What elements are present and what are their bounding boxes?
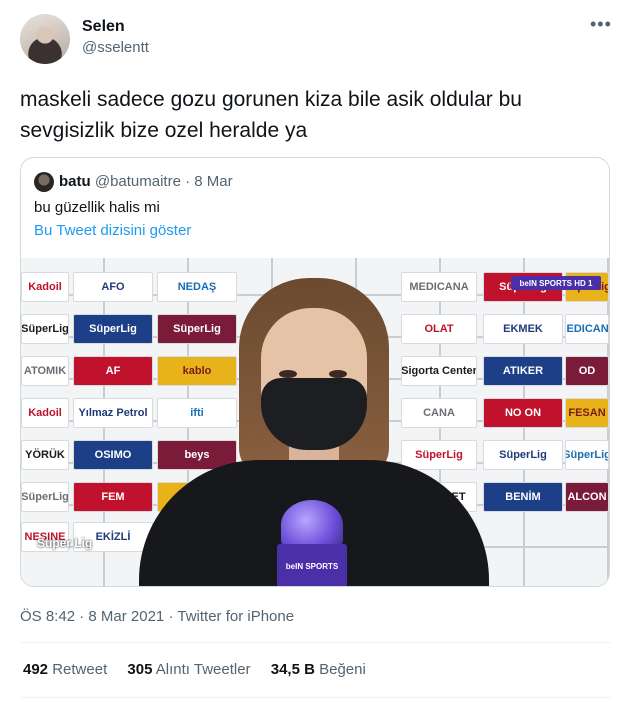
quoted-date: 8 Mar xyxy=(194,173,233,190)
quoted-author-name: batu xyxy=(59,173,91,190)
microphone-flag: beIN SPORTS xyxy=(277,544,347,586)
sponsor-logo: SüperLig xyxy=(21,314,69,344)
author-avatar[interactable] xyxy=(20,14,70,64)
tweet-text: maskeli sadece gozu gorunen kiza bile as… xyxy=(20,84,610,146)
quoted-media-image[interactable]: Kadoil AFO NEDAŞ MEDICANA SüperLig SüperLig Sü… xyxy=(21,258,609,586)
like-label: Beğeni xyxy=(319,661,366,678)
like-count: 34,5 B xyxy=(270,661,315,678)
quote-count: 305 xyxy=(127,661,153,678)
more-horizontal-icon[interactable]: ••• xyxy=(590,14,612,35)
quoted-text: bu güzellik halis mi xyxy=(34,199,160,216)
show-thread-link[interactable]: Bu Tweet dizisini göster xyxy=(34,222,191,239)
tweet-source[interactable]: Twitter for iPhone xyxy=(177,608,294,625)
sponsor-logo: BENİM xyxy=(483,482,563,512)
author-name[interactable]: Selen xyxy=(82,18,125,36)
sponsor-logo: SüperLig xyxy=(483,440,563,470)
sponsor-logo: SüperLig xyxy=(565,440,609,470)
quote-label: Alıntı Tweetler xyxy=(155,661,251,678)
quoted-author-handle: @batumaitre xyxy=(94,173,181,190)
sponsor-logo: SüperLig xyxy=(21,482,69,512)
divider-top xyxy=(20,642,611,643)
retweet-count: 492 xyxy=(23,661,49,678)
tweet-date: 8 Mar 2021 xyxy=(88,608,165,625)
meta-separator-2: · xyxy=(168,608,174,625)
divider-bottom xyxy=(20,697,611,698)
microphone-head xyxy=(281,500,343,550)
reporter-figure: beIN SPORTS xyxy=(139,278,489,586)
quoted-tweet-header: batu @batumaitre · 8 Mar xyxy=(59,173,233,190)
sponsor-logo: EKMEK xyxy=(483,314,563,344)
meta-separator-1: · xyxy=(79,608,85,625)
sponsor-logo: MEDICANA xyxy=(565,314,609,344)
retweet-label: Retweet xyxy=(52,661,108,678)
engagement-stats: 492 Retweet 305 Alıntı Tweetler 34,5 B B… xyxy=(23,661,382,678)
league-watermark: Süper Lig xyxy=(37,536,93,550)
tweet-text-line-1: maskeli sadece gozu gorunen kiza bile as… xyxy=(20,88,522,111)
tweet-timestamp[interactable]: ÖS 8:42 · 8 Mar 2021 · Twitter for iPhon… xyxy=(20,608,294,625)
sponsor-logo: FESAN xyxy=(565,398,609,428)
quoted-separator: · xyxy=(185,173,191,190)
quote-stat[interactable]: 305 Alıntı Tweetler xyxy=(127,661,250,678)
left-eye xyxy=(279,370,297,378)
sponsor-logo: ATOMIK xyxy=(21,356,69,386)
tweet-time: ÖS 8:42 xyxy=(20,608,76,625)
sponsor-logo: Kadoil xyxy=(21,272,69,302)
right-eye xyxy=(329,370,347,378)
author-handle[interactable]: @sselentt xyxy=(82,39,149,56)
quoted-author-avatar xyxy=(34,172,54,192)
broadcast-badge: beIN SPORTS HD 1 xyxy=(511,276,601,290)
sponsor-logo: OD xyxy=(565,356,609,386)
tweet-text-line-2: sevgisizlik bize ozel heralde ya xyxy=(20,119,308,142)
sponsor-logo: ALCON xyxy=(565,482,609,512)
retweet-stat[interactable]: 492 Retweet xyxy=(23,661,107,678)
like-stat[interactable]: 34,5 B Beğeni xyxy=(271,661,366,678)
sponsor-logo: Kadoil xyxy=(21,398,69,428)
sponsor-logo: NO ON xyxy=(483,398,563,428)
sponsor-logo: ATIKER xyxy=(483,356,563,386)
sponsor-logo: YÖRÜK xyxy=(21,440,69,470)
quoted-tweet[interactable]: batu @batumaitre · 8 Mar bu güzellik hal… xyxy=(20,157,610,587)
